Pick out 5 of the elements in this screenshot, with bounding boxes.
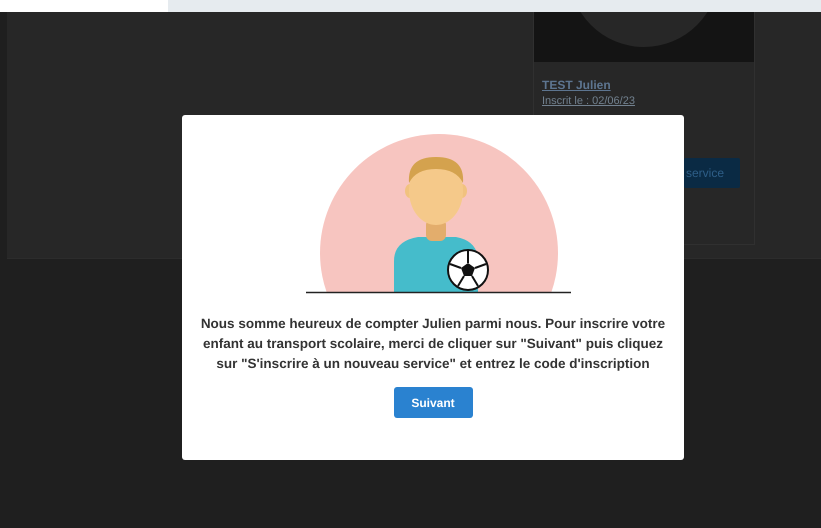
new-service-button[interactable]: service — [684, 158, 740, 188]
registration-date: Inscrit le : 02/06/23 — [542, 95, 635, 107]
child-name-link[interactable]: TEST Julien — [542, 78, 611, 92]
welcome-message: Nous somme heureux de compter Julien parmi nous. Pour inscrire votre enfant au transport scolaire, merci de cliquer sur "Suivant" puis cliquez sur "S'inscrire à un nouveau service" et entrez le code d'inscription — [200, 315, 666, 373]
next-button[interactable]: Suivant — [394, 387, 472, 418]
